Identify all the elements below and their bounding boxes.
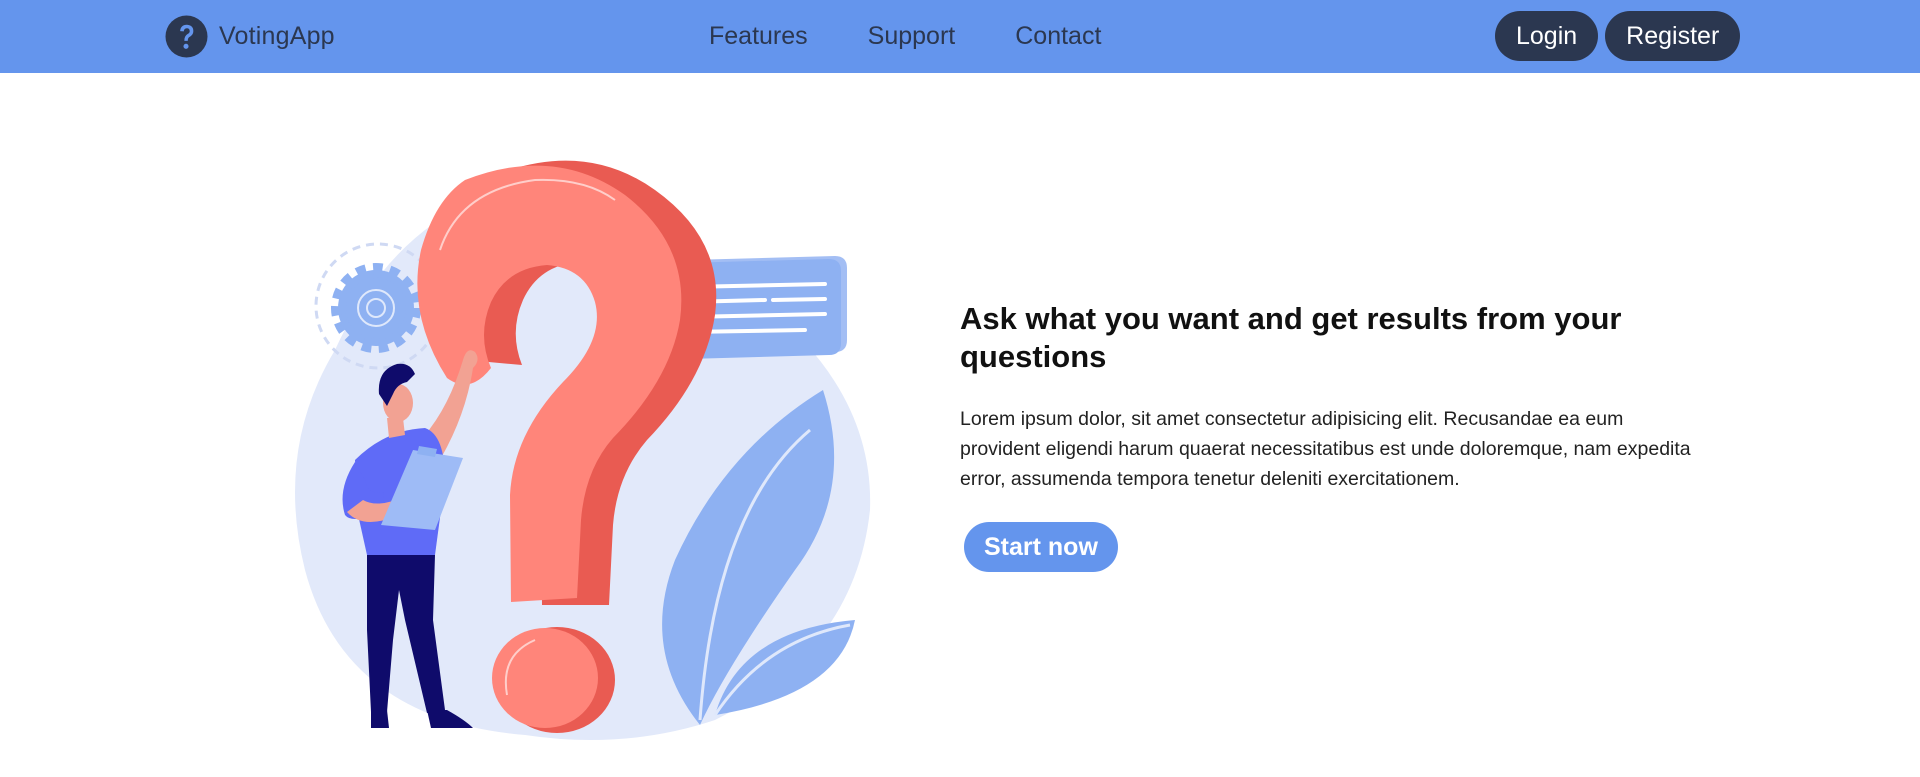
large-gear-icon (331, 263, 421, 353)
navbar: VotingApp Features Support Contact Login… (0, 0, 1920, 73)
nav-link-contact[interactable]: Contact (1015, 19, 1101, 53)
start-now-button[interactable]: Start now (964, 522, 1118, 572)
question-mark-illustration (295, 160, 871, 740)
brand-link[interactable]: VotingApp (165, 14, 335, 59)
hero-content: Ask what you want and get results from y… (960, 300, 1700, 572)
question-circle-icon (165, 15, 208, 58)
nav-link-features[interactable]: Features (709, 19, 808, 53)
register-button[interactable]: Register (1605, 11, 1741, 61)
login-button[interactable]: Login (1495, 11, 1599, 61)
hero-description: Lorem ipsum dolor, sit amet consectetur … (960, 408, 1691, 490)
nav-links: Features Support Contact (709, 19, 1161, 53)
hero-title: Ask what you want and get results from y… (960, 301, 1622, 374)
nav-link-support[interactable]: Support (868, 19, 956, 53)
brand-name: VotingApp (219, 22, 335, 50)
auth-buttons: Login Register (1495, 11, 1747, 61)
